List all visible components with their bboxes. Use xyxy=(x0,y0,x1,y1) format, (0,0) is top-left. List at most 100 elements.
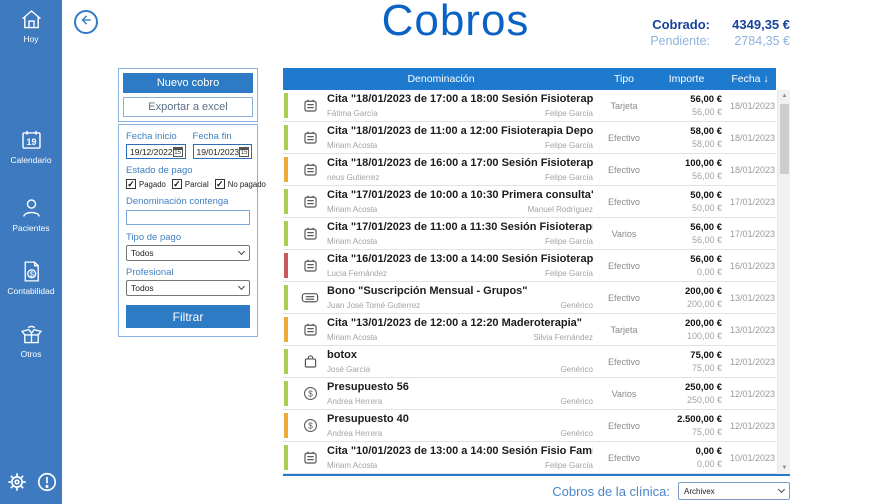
status-bar xyxy=(284,445,288,470)
charge-date: 12/01/2023 xyxy=(724,378,776,409)
amount-total: 58,00 € xyxy=(690,126,722,138)
calendar-picker-icon[interactable]: 15 xyxy=(173,147,183,157)
amount-cell: 56,00 € 0,00 € xyxy=(649,250,724,281)
payment-type: Efectivo xyxy=(599,186,649,217)
table-row[interactable]: $ Cita "18/01/2023 de 16:00 a 17:00 Sesi… xyxy=(283,154,776,186)
scroll-up-icon[interactable]: ▲ xyxy=(778,90,791,102)
charge-title: Cita "17/01/2023 de 11:00 a 11:30 Sesión… xyxy=(327,221,593,233)
payment-type: Varios xyxy=(599,378,649,409)
charge-date: 17/01/2023 xyxy=(724,218,776,249)
sidebar-item-label: Pacientes xyxy=(0,223,62,233)
charge-date: 18/01/2023 xyxy=(724,90,776,121)
table-row[interactable]: $ Cita "18/01/2023 de 17:00 a 18:00 Sesi… xyxy=(283,90,776,122)
professional-name: Genérico xyxy=(561,397,593,406)
sidebar-item-label: Calendario xyxy=(0,155,62,165)
table-row[interactable]: $ Presupuesto 56 Andrea Herrera Genérico… xyxy=(283,378,776,410)
sidebar-item-otros[interactable]: Otros xyxy=(0,322,62,359)
pendiente-label: Pendiente: xyxy=(650,33,710,49)
amount-total: 0,00 € xyxy=(696,446,722,458)
svg-text:19: 19 xyxy=(26,137,36,147)
status-bar xyxy=(284,189,288,214)
back-arrow-icon xyxy=(79,13,93,32)
col-importe[interactable]: Importe xyxy=(649,73,724,85)
payment-type: Efectivo xyxy=(599,250,649,281)
clinic-select[interactable]: Archivex xyxy=(678,482,790,500)
status-bar xyxy=(284,317,288,342)
professional-name: Felipe García xyxy=(545,237,593,246)
profesional-select[interactable]: Todos xyxy=(126,280,250,296)
payment-type: Efectivo xyxy=(599,410,649,441)
checkbox-no-pagado[interactable] xyxy=(215,179,225,189)
status-bar xyxy=(284,125,288,150)
payment-type: Efectivo xyxy=(599,442,649,473)
amount-cell: 250,00 € 250,00 € xyxy=(649,378,724,409)
amount-cell: 200,00 € 200,00 € xyxy=(649,282,724,313)
fecha-inicio-input[interactable]: 19/12/2022 15 xyxy=(126,144,186,159)
settings-icon[interactable] xyxy=(6,471,28,498)
table-row[interactable]: $ Cita "17/01/2023 de 11:00 a 11:30 Sesi… xyxy=(283,218,776,250)
sidebar-item-pacientes[interactable]: Pacientes xyxy=(0,196,62,233)
table-row[interactable]: $ Cita "16/01/2023 de 13:00 a 14:00 Sesi… xyxy=(283,250,776,282)
voucher-icon xyxy=(293,282,327,313)
amount-cell: 75,00 € 75,00 € xyxy=(649,346,724,377)
sidebar-item-calendario[interactable]: 19 Calendario xyxy=(0,128,62,165)
actions-panel: Nuevo cobro Exportar a excel xyxy=(118,68,258,122)
denominacion-label: Denominación contenga xyxy=(126,196,250,207)
sidebar-item-hoy[interactable]: Hoy xyxy=(0,7,62,44)
estado-pago-label: Estado de pago xyxy=(126,165,250,176)
table-row[interactable]: $ Cita "10/01/2023 de 13:00 a 14:00 Sesi… xyxy=(283,442,776,474)
scrollbar-thumb[interactable] xyxy=(780,104,789,174)
new-charge-button[interactable]: Nuevo cobro xyxy=(123,73,253,93)
charges-table: Denominación Tipo Importe Fecha ↓ xyxy=(283,68,790,476)
alert-icon[interactable] xyxy=(36,471,58,498)
checkbox-parcial[interactable] xyxy=(172,179,182,189)
export-excel-button[interactable]: Exportar a excel xyxy=(123,97,253,117)
table-row[interactable]: $ botox José García Genérico Efectivo 75… xyxy=(283,346,776,378)
professional-name: Felipe García xyxy=(545,141,593,150)
amount-total: 200,00 € xyxy=(685,318,722,330)
charge-title: Bono "Suscripción Mensual - Grupos" xyxy=(327,285,593,297)
charge-date: 18/01/2023 xyxy=(724,154,776,185)
denominacion-input[interactable] xyxy=(126,210,250,225)
status-bar xyxy=(284,157,288,182)
amount-cell: 0,00 € 0,00 € xyxy=(649,442,724,473)
status-bar xyxy=(284,285,288,310)
tipo-pago-select[interactable]: Todos xyxy=(126,245,250,261)
appointment-icon xyxy=(293,90,327,121)
professional-name: Felipe García xyxy=(545,461,593,470)
amount-cell: 100,00 € 56,00 € xyxy=(649,154,724,185)
table-row[interactable]: $ Cita "13/01/2023 de 12:00 a 12:20 Made… xyxy=(283,314,776,346)
table-row[interactable]: $ Bono "Suscripción Mensual - Grupos" Ju… xyxy=(283,282,776,314)
tipo-pago-label: Tipo de pago xyxy=(126,232,250,243)
table-scrollbar[interactable]: ▲ ▼ xyxy=(777,90,790,474)
pendiente-value: 2784,35 € xyxy=(714,33,790,49)
table-row[interactable]: $ Cita "17/01/2023 de 10:00 a 10:30 Prim… xyxy=(283,186,776,218)
scroll-down-icon[interactable]: ▼ xyxy=(778,462,791,474)
sidebar-item-contabilidad[interactable]: $ Contabilidad xyxy=(0,259,62,296)
col-tipo[interactable]: Tipo xyxy=(599,73,649,85)
filtrar-button[interactable]: Filtrar xyxy=(126,305,250,328)
col-fecha[interactable]: Fecha ↓ xyxy=(724,73,776,85)
amount-cell: 200,00 € 100,00 € xyxy=(649,314,724,345)
amount-paid: 0,00 € xyxy=(697,266,722,278)
fecha-fin-input[interactable]: 19/01/2023 15 xyxy=(193,144,253,159)
clinic-label: Cobros de la clínica: xyxy=(552,484,670,499)
patient-name: Fátima García xyxy=(327,109,378,118)
charge-date: 18/01/2023 xyxy=(724,122,776,153)
col-denominacion[interactable]: Denominación xyxy=(283,73,599,85)
back-button[interactable] xyxy=(74,10,98,34)
patient-name: neus Gutierrez xyxy=(327,173,379,182)
charge-date: 12/01/2023 xyxy=(724,346,776,377)
sidebar-item-label: Hoy xyxy=(0,34,62,44)
table-row[interactable]: $ Cita "18/01/2023 de 11:00 a 12:00 Fisi… xyxy=(283,122,776,154)
charge-date: 16/01/2023 xyxy=(724,250,776,281)
accounting-icon: $ xyxy=(0,259,62,284)
table-row[interactable]: $ Presupuesto 40 Andrea Herrera Genérico… xyxy=(283,410,776,442)
cobrado-value: 4349,35 € xyxy=(714,17,790,33)
calendar-picker-icon[interactable]: 15 xyxy=(239,147,249,157)
home-icon xyxy=(0,7,62,32)
totals: Cobrado: 4349,35 € Pendiente: 2784,35 € xyxy=(650,17,790,49)
checkbox-pagado[interactable] xyxy=(126,179,136,189)
table-body: $ Cita "18/01/2023 de 17:00 a 18:00 Sesi… xyxy=(283,90,776,474)
svg-text:$: $ xyxy=(308,421,313,430)
